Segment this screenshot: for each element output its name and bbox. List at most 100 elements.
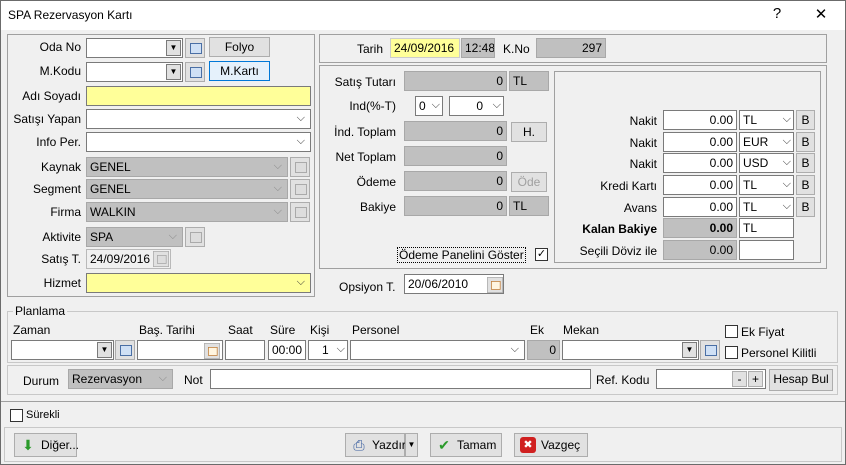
oda-no-label: Oda No	[39, 40, 81, 54]
kisi-select[interactable]: 1 ⌵	[308, 340, 348, 360]
mkarti-button[interactable]: M.Kartı	[209, 61, 270, 81]
kaynak-select: GENEL ⌵	[86, 157, 288, 177]
surekli-checkbox[interactable]	[10, 409, 23, 422]
personel-select[interactable]: ⌵	[350, 340, 525, 360]
lookup-icon	[290, 202, 310, 222]
chevron-down-icon: ⌵	[782, 200, 791, 212]
calendar-icon[interactable]	[487, 277, 503, 293]
footer-bar	[4, 427, 842, 462]
payment-currency-select[interactable]: TL ⌵	[739, 197, 794, 217]
satisi-yapan-select[interactable]: ⌵	[86, 109, 311, 129]
chevron-down-icon: ⌵	[510, 343, 519, 355]
satis-t-label: Satış T.	[41, 252, 81, 266]
info-per-select[interactable]: ⌵	[86, 132, 311, 152]
chevron-down-icon: ⌵	[296, 112, 305, 124]
hizmet-select[interactable]: ⌵	[86, 273, 311, 293]
folyo-button[interactable]: Folyo	[209, 37, 270, 57]
payment-b-button[interactable]: B	[796, 110, 815, 130]
bas-tarihi-label: Baş. Tarihi	[139, 323, 195, 337]
increment-button[interactable]: +	[748, 371, 763, 387]
planlama-title: Planlama	[13, 304, 68, 318]
kalan-bakiye-currency: TL	[739, 218, 794, 238]
payment-currency-select[interactable]: USD ⌵	[739, 153, 794, 173]
tamam-button[interactable]: ✔ Tamam	[430, 433, 502, 457]
ind-percent-select[interactable]: 0 ⌵	[415, 96, 443, 116]
dropdown-arrow-icon[interactable]: ▼	[97, 342, 112, 358]
tarih-input[interactable]: 24/09/2016	[390, 38, 460, 58]
chevron-down-icon: ⌵	[273, 160, 282, 172]
chevron-down-icon: ⌵	[431, 99, 440, 111]
ind-amount-select[interactable]: 0 ⌵	[449, 96, 504, 116]
personel-kilitli-checkbox[interactable]	[725, 346, 738, 359]
ref-kodu-label: Ref. Kodu	[596, 373, 650, 387]
lookup-icon	[290, 179, 310, 199]
opsiyon-label: Opsiyon T.	[339, 280, 396, 294]
mkodu-label: M.Kodu	[39, 64, 81, 78]
odeme-panel-checkbox[interactable]: ✓	[535, 248, 548, 261]
vazgec-button[interactable]: ✖ Vazgeç	[514, 433, 588, 457]
lookup-icon[interactable]	[185, 38, 205, 58]
chevron-down-icon: ⌵	[273, 205, 282, 217]
odeme-panel-label[interactable]: Ödeme Panelini Göster	[397, 247, 526, 263]
payment-label: Nakit	[629, 157, 657, 171]
ode-button[interactable]: Öde	[511, 172, 547, 192]
chevron-down-icon: ⌵	[782, 156, 791, 168]
sure-input[interactable]: 00:00	[268, 340, 306, 360]
calendar-icon[interactable]	[204, 343, 220, 359]
payment-amount-input[interactable]: 0.00	[663, 110, 737, 130]
lookup-icon[interactable]	[115, 340, 135, 360]
payment-amount-input[interactable]: 0.00	[663, 175, 737, 195]
personel-label: Personel	[352, 323, 400, 337]
zaman-combo[interactable]: ▼	[11, 340, 114, 360]
yazdir-button[interactable]: ⎙ Yazdır	[345, 433, 406, 457]
hesap-bul-button[interactable]: Hesap Bul	[769, 369, 833, 391]
payment-amount-input[interactable]: 0.00	[663, 153, 737, 173]
chevron-down-icon: ⌵	[336, 343, 345, 355]
payment-amount-input[interactable]: 0.00	[663, 132, 737, 152]
help-button[interactable]: ?	[765, 5, 789, 22]
ek-fiyat-checkbox[interactable]	[725, 325, 738, 338]
not-input[interactable]	[210, 369, 591, 389]
payment-b-button[interactable]: B	[796, 175, 815, 195]
ek-fiyat-label: Ek Fiyat	[741, 325, 785, 339]
chevron-down-icon: ⌵	[158, 372, 167, 384]
info-per-label: Info Per.	[36, 135, 81, 149]
payment-currency-select[interactable]: EUR ⌵	[739, 132, 794, 152]
decrement-button[interactable]: -	[732, 371, 747, 387]
saat-label: Saat	[228, 323, 253, 337]
dropdown-arrow-icon[interactable]: ▼	[166, 64, 181, 80]
kisi-label: Kişi	[310, 323, 330, 337]
aktivite-label: Aktivite	[42, 230, 81, 244]
dropdown-arrow-icon[interactable]: ▼	[682, 342, 697, 358]
durum-label: Durum	[23, 374, 60, 388]
oda-no-combo[interactable]: ▼	[86, 38, 183, 58]
mekan-combo[interactable]: ▼	[562, 340, 699, 360]
odeme-label: Ödeme	[356, 175, 396, 189]
payment-b-button[interactable]: B	[796, 132, 815, 152]
ek-display: 0	[527, 340, 560, 360]
saat-input[interactable]	[225, 340, 265, 360]
kno-display: 297	[536, 38, 606, 58]
yazdir-dropdown-icon[interactable]: ▼	[405, 433, 418, 457]
hizmet-label: Hizmet	[43, 276, 81, 290]
payment-currency-select[interactable]: TL ⌵	[739, 175, 794, 195]
secili-doviz-label: Seçili Döviz ile	[579, 244, 657, 258]
payment-b-button[interactable]: B	[796, 153, 815, 173]
kalan-bakiye-display: 0.00	[663, 218, 737, 238]
mekan-label: Mekan	[563, 323, 600, 337]
dropdown-arrow-icon[interactable]: ▼	[166, 40, 181, 56]
diger-button[interactable]: ⬇ Diğer...	[14, 433, 79, 457]
payment-currency-select[interactable]: TL ⌵	[739, 110, 794, 130]
lookup-icon[interactable]	[185, 62, 205, 82]
close-button[interactable]: ✕	[809, 5, 833, 23]
segment-label: Segment	[32, 182, 81, 196]
payment-b-button[interactable]: B	[796, 197, 815, 217]
payment-amount-input[interactable]: 0.00	[663, 197, 737, 217]
h-button[interactable]: H.	[511, 122, 547, 142]
lookup-icon[interactable]	[700, 340, 720, 360]
mkodu-combo[interactable]: ▼	[86, 62, 183, 82]
net-toplam-label: Net Toplam	[335, 150, 396, 164]
ind-label: Ind(%-T)	[349, 99, 396, 113]
zaman-label: Zaman	[13, 323, 51, 337]
adi-soyadi-input[interactable]	[86, 86, 311, 106]
